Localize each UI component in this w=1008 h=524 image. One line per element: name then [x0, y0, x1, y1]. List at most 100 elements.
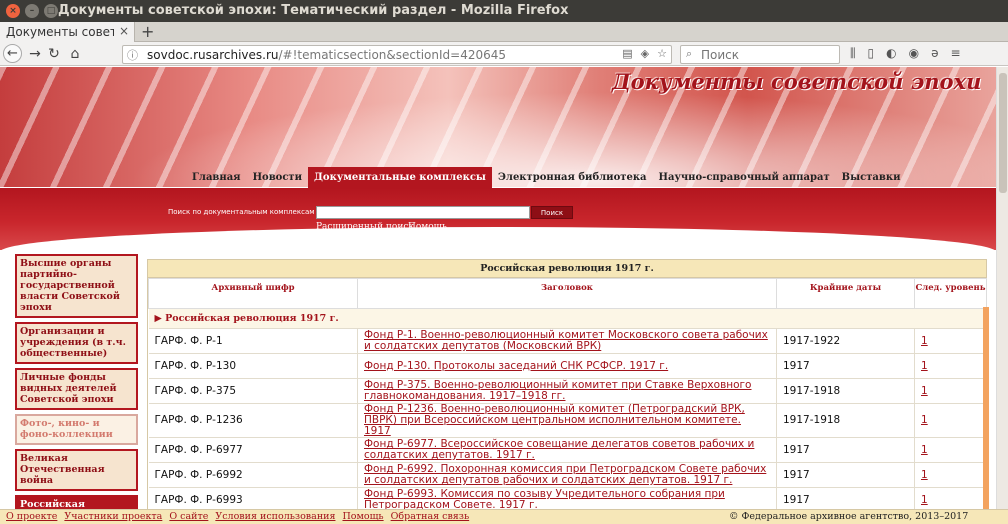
row-title-link[interactable]: Фонд Р-6993. Комиссия по созыву Учредите… [364, 488, 725, 510]
site-search-button[interactable]: Поиск [531, 206, 573, 219]
row-title-link[interactable]: Фонд Р-6977. Всероссийское совещание дел… [364, 438, 754, 461]
group-label[interactable]: ▶ Российская революция 1917 г. [148, 308, 987, 329]
window-maximize-icon[interactable]: □ [44, 4, 58, 18]
footer-link-about-project[interactable]: О проекте [6, 511, 57, 522]
table-group-row[interactable]: ▶ Российская революция 1917 г. [148, 308, 987, 329]
evernote-icon[interactable]: ǝ [931, 46, 938, 61]
row-dates: 1917-1918 [776, 403, 915, 438]
footer-link-about-site[interactable]: О сайте [169, 511, 208, 522]
sidebar-item-photo-film-collections[interactable]: Фото-, кино- и фоно-коллекции [15, 414, 138, 445]
site-search-input[interactable] [316, 206, 530, 219]
menu-item-news[interactable]: Новости [247, 167, 308, 189]
page-scrollbar[interactable] [996, 67, 1008, 509]
row-code: ГАРФ. Ф. Р-1 [148, 328, 358, 354]
menu-item-reference[interactable]: Научно-справочный аппарат [653, 167, 836, 189]
menu-item-library[interactable]: Электронная библиотека [492, 167, 653, 189]
row-next-level-link[interactable]: 1 [921, 494, 928, 506]
row-title-link[interactable]: Фонд Р-1236. Военно-революционный комите… [364, 403, 745, 437]
row-code: ГАРФ. Ф. Р-1236 [148, 403, 358, 438]
menu-item-home[interactable]: Главная [186, 167, 247, 189]
row-next-level-link[interactable]: 1 [921, 360, 928, 372]
row-next-level-link[interactable]: 1 [921, 385, 928, 397]
main-menu: Главная Новости Документальные комплексы… [186, 167, 906, 189]
footer-link-help[interactable]: Помощь [342, 511, 383, 522]
table-row: ГАРФ. Ф. Р-1 Фонд Р-1. Военно-революцион… [148, 328, 987, 354]
tab-bar: Документы советско × + [0, 22, 1008, 42]
row-code: ГАРФ. Ф. Р-375 [148, 378, 358, 404]
sidebar-item-higher-authorities[interactable]: Высшие органы партийно-государственной в… [15, 254, 138, 318]
table-row: ГАРФ. Ф. Р-130 Фонд Р-130. Протоколы зас… [148, 353, 987, 379]
column-header-title[interactable]: Заголовок [357, 278, 777, 309]
site-search-label: Поиск по документальным комплексам [168, 208, 315, 216]
row-dates: 1917-1918 [776, 378, 915, 404]
url-text[interactable]: sovdoc.rusarchives.ru/#!tematicsection&s… [147, 48, 506, 62]
home-icon[interactable]: ⌂ [66, 45, 84, 63]
page-scrollbar-thumb[interactable] [999, 73, 1007, 193]
extension-icon[interactable]: ◐ [886, 46, 896, 61]
help-link[interactable]: Помощь [408, 222, 447, 232]
site-title: Документы советской эпохи [612, 69, 982, 94]
library-icon[interactable]: ⫼ [850, 46, 856, 61]
window-minimize-icon[interactable]: – [25, 4, 39, 18]
advanced-search-link[interactable]: Расширенный поиск [316, 222, 414, 232]
sidebar-item-revolution-1917[interactable]: Российская революция 1917 г. [15, 495, 138, 509]
column-header-code[interactable]: Архивный шифр [148, 278, 358, 309]
sidebar-item-great-patriotic-war[interactable]: Великая Отечественная война [15, 449, 138, 491]
navigation-bar: ← → ↻ ⌂ ⓘ sovdoc.rusarchives.ru/#!temati… [0, 42, 1008, 66]
sidebar-toggle-icon[interactable]: ▯ [868, 46, 875, 61]
table-row: ГАРФ. Ф. Р-375 Фонд Р-375. Военно-револю… [148, 378, 987, 404]
menu-item-exhibitions[interactable]: Выставки [836, 167, 907, 189]
footer-link-participants[interactable]: Участники проекта [64, 511, 162, 522]
menu-icon[interactable]: ≡ [951, 46, 961, 61]
table-row: ГАРФ. Ф. Р-1236 Фонд Р-1236. Военно-рево… [148, 403, 987, 438]
footer-links: О проекте Участники проекта О сайте Усло… [6, 511, 469, 522]
row-code: ГАРФ. Ф. Р-6992 [148, 462, 358, 488]
row-dates: 1917 [776, 437, 915, 463]
row-title-link[interactable]: Фонд Р-1. Военно-революционный комитет М… [364, 329, 768, 352]
row-next-level-link[interactable]: 1 [921, 469, 928, 481]
forward-icon[interactable]: → [26, 45, 44, 63]
site-info-icon[interactable]: ⓘ [127, 47, 138, 63]
search-icon: ⌕ [686, 47, 693, 60]
browser-search-bar[interactable]: ⌕ [680, 45, 840, 64]
window-close-icon[interactable]: × [6, 4, 20, 18]
row-title-link[interactable]: Фонд Р-130. Протоколы заседаний СНК РСФС… [364, 360, 668, 372]
section-sidebar: Высшие органы партийно-государственной в… [15, 254, 138, 509]
row-title-link[interactable]: Фонд Р-375. Военно-революционный комитет… [364, 379, 752, 402]
copyright-text: © Федеральное архивное агентство, 2013–2… [729, 511, 969, 522]
menu-item-document-complexes[interactable]: Документальные комплексы [308, 167, 492, 189]
row-dates: 1917 [776, 353, 915, 379]
sidebar-item-personal-funds[interactable]: Личные фонды видных деятелей Советской э… [15, 368, 138, 410]
row-code: ГАРФ. Ф. Р-6993 [148, 487, 358, 509]
footer-link-feedback[interactable]: Обратная связь [391, 511, 470, 522]
url-bar[interactable]: ⓘ sovdoc.rusarchives.ru/#!tematicsection… [122, 45, 672, 64]
reader-view-icon[interactable]: ▤ [622, 47, 632, 60]
table-row: ГАРФ. Ф. Р-6993 Фонд Р-6993. Комиссия по… [148, 487, 987, 510]
footer-link-terms[interactable]: Условия использования [215, 511, 335, 522]
column-header-dates[interactable]: Крайние даты [776, 278, 915, 309]
row-dates: 1917-1922 [776, 328, 915, 354]
browser-tab[interactable]: Документы советско × [0, 22, 135, 42]
new-tab-icon[interactable]: + [141, 22, 154, 42]
window-titlebar: × – □ Документы советской эпохи: Тематич… [0, 0, 1008, 22]
column-header-next-level[interactable]: След. уровень [914, 278, 987, 309]
sidebar-item-organizations[interactable]: Организации и учреждения (в т.ч. обществ… [15, 322, 138, 364]
row-next-level-link[interactable]: 1 [921, 444, 928, 456]
tab-close-icon[interactable]: × [119, 24, 129, 38]
back-icon[interactable]: ← [3, 44, 22, 63]
table-caption: Российская революция 1917 г. [148, 260, 986, 278]
row-dates: 1917 [776, 487, 915, 509]
bookmark-star-icon[interactable]: ☆ [657, 47, 667, 60]
pocket-icon[interactable]: ◈ [641, 47, 649, 60]
browser-search-input[interactable] [701, 47, 831, 62]
funds-table: Архивный шифр Заголовок Крайние даты Сле… [148, 278, 987, 509]
row-title-link[interactable]: Фонд Р-6992. Похоронная комиссия при Пет… [364, 463, 766, 486]
row-next-level-link[interactable]: 1 [921, 414, 928, 426]
addon-icon[interactable]: ◉ [909, 46, 919, 61]
table-scrollbar[interactable] [983, 307, 989, 509]
row-dates: 1917 [776, 462, 915, 488]
window-title: Документы советской эпохи: Тематический … [58, 3, 569, 18]
row-next-level-link[interactable]: 1 [921, 335, 928, 347]
reload-icon[interactable]: ↻ [45, 45, 63, 63]
row-code: ГАРФ. Ф. Р-6977 [148, 437, 358, 463]
